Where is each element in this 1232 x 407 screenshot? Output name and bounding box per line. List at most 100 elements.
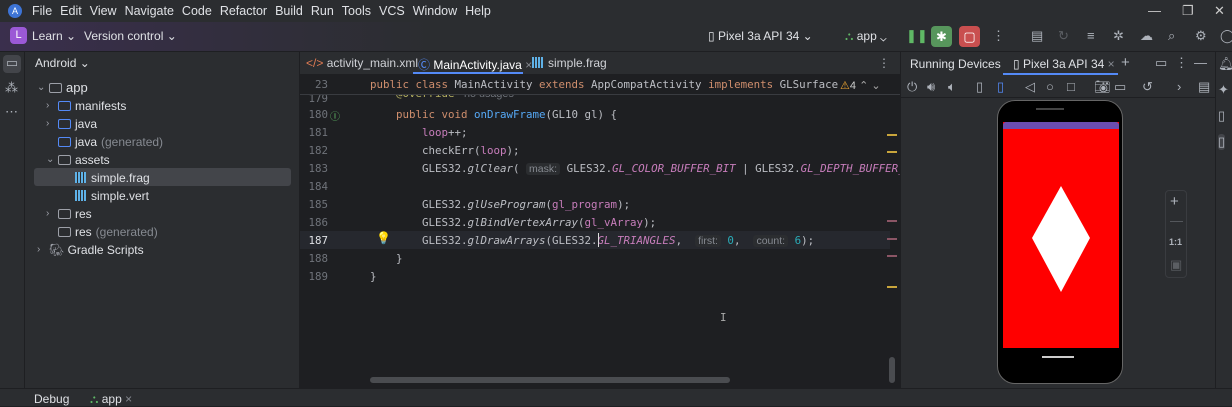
- warnings-indicator[interactable]: ⚠4 ⌃ ⌄: [840, 79, 881, 92]
- tree-item-res[interactable]: res (generated): [58, 223, 158, 241]
- debug-button[interactable]: ✱: [931, 26, 952, 47]
- profiler-icon[interactable]: ☁: [1140, 28, 1153, 44]
- collapse-chevron-icon[interactable]: ⌄: [37, 82, 45, 93]
- device-tab[interactable]: ▯ Pixel 3a API 34 ×: [1013, 57, 1115, 71]
- more-icon[interactable]: ⋮: [992, 28, 1005, 44]
- device-screen[interactable]: [1003, 122, 1119, 348]
- zoom-out-icon[interactable]: —: [1170, 213, 1183, 228]
- tree-item-gradle-scripts[interactable]: 🐘︎ Gradle Scripts: [49, 241, 148, 259]
- menu-run[interactable]: Run: [311, 4, 334, 18]
- volume-down-icon[interactable]: 🔈︎: [948, 79, 956, 95]
- snapshot-icon[interactable]: ↺: [1142, 79, 1153, 95]
- notifications-icon[interactable]: 🔔︎: [1218, 56, 1232, 72]
- menu-edit[interactable]: Edit: [60, 4, 82, 18]
- close-device-tab-icon[interactable]: ×: [1108, 57, 1115, 71]
- vertical-scrollbar[interactable]: [889, 357, 895, 383]
- code-line[interactable]: GLES32.glDrawArrays(GLES32.GL_TRIANGLES,…: [370, 234, 814, 247]
- code-line[interactable]: public class MainActivity extends AppCom…: [370, 78, 838, 91]
- code-line[interactable]: checkErr(loop);: [370, 144, 520, 157]
- back-icon[interactable]: ◁: [1025, 79, 1035, 95]
- device-manager-strip-icon[interactable]: ▯: [1218, 108, 1225, 124]
- window-layout-icon[interactable]: ▭: [1155, 55, 1167, 71]
- run-config-selector[interactable]: ⛬ app ⌄: [845, 29, 887, 44]
- lightbulb-icon[interactable]: 💡: [376, 231, 391, 245]
- overview-icon[interactable]: □: [1067, 79, 1075, 94]
- hide-panel-icon[interactable]: —: [1194, 55, 1207, 70]
- add-device-icon[interactable]: +: [1121, 54, 1130, 71]
- device-manager-icon[interactable]: ▤: [1031, 28, 1043, 44]
- tree-item-java[interactable]: java (generated): [58, 133, 163, 151]
- tree-item-java[interactable]: java: [58, 115, 101, 133]
- minimize-icon[interactable]: —: [1148, 3, 1161, 18]
- debugger-icon[interactable]: ✲: [1113, 28, 1124, 44]
- project-badge[interactable]: L: [10, 27, 27, 44]
- menu-vcs[interactable]: VCS: [379, 4, 405, 18]
- expand-toolbar-icon[interactable]: ›: [1177, 79, 1181, 94]
- resource-manager-icon[interactable]: ⁂: [5, 80, 18, 96]
- tree-item-assets[interactable]: assets: [58, 151, 114, 169]
- horizontal-scrollbar[interactable]: [370, 377, 730, 383]
- stop-button[interactable]: ▢: [959, 26, 980, 47]
- expand-chevron-icon[interactable]: ›: [46, 208, 49, 219]
- settings-icon[interactable]: ⚙: [1195, 28, 1207, 44]
- screen-record-icon[interactable]: ▭: [1114, 79, 1126, 95]
- project-tool-icon[interactable]: ▭: [3, 55, 21, 73]
- menu-tools[interactable]: Tools: [342, 4, 371, 18]
- expand-chevron-icon[interactable]: ›: [37, 244, 40, 255]
- tree-item-res[interactable]: res: [58, 205, 96, 223]
- close-session-icon[interactable]: ×: [125, 392, 132, 406]
- apply-changes-icon[interactable]: ↻: [1058, 28, 1069, 44]
- tree-item-simple-frag[interactable]: simple.frag: [75, 169, 154, 187]
- code-line[interactable]: GLES32.glUseProgram(gl_program);: [370, 198, 630, 211]
- menu-navigate[interactable]: Navigate: [125, 4, 174, 18]
- debug-tool-tab[interactable]: Debug: [34, 392, 69, 406]
- version-control-menu[interactable]: Version control ⌄: [84, 29, 177, 43]
- code-line[interactable]: loop++;: [370, 126, 468, 139]
- tabs-more-icon[interactable]: ⋮: [878, 56, 890, 70]
- menu-code[interactable]: Code: [182, 4, 212, 18]
- gesture-nav-bar[interactable]: [1042, 356, 1074, 358]
- implements-gutter-icon[interactable]: Ⓘ: [330, 108, 340, 123]
- menu-view[interactable]: View: [90, 4, 117, 18]
- code-line[interactable]: }: [370, 252, 403, 265]
- running-devices-strip-icon[interactable]: ▯: [1218, 134, 1226, 150]
- menu-build[interactable]: Build: [275, 4, 303, 18]
- tree-item-simple-vert[interactable]: simple.vert: [75, 187, 153, 205]
- close-icon[interactable]: ✕: [1214, 3, 1225, 19]
- home-icon[interactable]: ○: [1046, 79, 1054, 94]
- tree-item-manifests[interactable]: manifests: [58, 97, 130, 115]
- code-line[interactable]: GLES32.glBindVertexArray(gl_vArray);: [370, 216, 656, 229]
- power-icon[interactable]: ⏻: [907, 79, 917, 95]
- zoom-fit-icon[interactable]: ▣: [1170, 257, 1182, 273]
- menu-help[interactable]: Help: [465, 4, 491, 18]
- volume-up-icon[interactable]: 🔊︎: [927, 79, 935, 95]
- tab-activity-main-xml[interactable]: </> activity_main.xml: [306, 56, 418, 70]
- search-icon[interactable]: ⌕: [1168, 28, 1175, 44]
- logcat-icon[interactable]: ≡: [1087, 28, 1095, 43]
- tab-main-activity-java[interactable]: Ⓒ MainActivity.java ×: [418, 56, 532, 73]
- account-icon[interactable]: ◯: [1220, 28, 1232, 44]
- more-tools-icon[interactable]: ⋯: [5, 104, 18, 120]
- menu-window[interactable]: Window: [413, 4, 457, 18]
- zoom-actual-size-button[interactable]: 1:1: [1169, 237, 1182, 247]
- code-line[interactable]: }: [370, 270, 377, 283]
- project-selector[interactable]: Learn ⌄: [32, 29, 76, 43]
- tree-item-app[interactable]: app: [49, 79, 92, 97]
- collapse-chevron-icon[interactable]: ⌄: [46, 154, 54, 165]
- rotate-left-icon[interactable]: ▯: [976, 79, 983, 95]
- panel-options-icon[interactable]: ⋮: [1175, 55, 1188, 71]
- expand-chevron-icon[interactable]: ›: [46, 118, 49, 129]
- screenshot-icon[interactable]: 📷︎: [1094, 79, 1111, 95]
- menu-refactor[interactable]: Refactor: [220, 4, 267, 18]
- tab-simple-frag[interactable]: simple.frag: [532, 56, 607, 70]
- debug-session-tab[interactable]: ⛬ app ×: [90, 392, 132, 407]
- rotate-right-icon[interactable]: ▯: [997, 79, 1004, 95]
- zoom-in-icon[interactable]: +: [1170, 193, 1179, 210]
- expand-chevron-icon[interactable]: ›: [46, 100, 49, 111]
- gemini-icon[interactable]: ✦: [1218, 82, 1229, 98]
- code-line[interactable]: GLES32.glClear( mask: GLES32.GL_COLOR_BU…: [370, 162, 924, 175]
- restore-icon[interactable]: ❐: [1182, 3, 1194, 19]
- device-selector[interactable]: ▯ Pixel 3a API 34 ⌄: [708, 29, 813, 43]
- code-line[interactable]: public void onDrawFrame(GL10 gl) {: [370, 108, 617, 121]
- pause-icon[interactable]: ❚❚: [906, 28, 928, 44]
